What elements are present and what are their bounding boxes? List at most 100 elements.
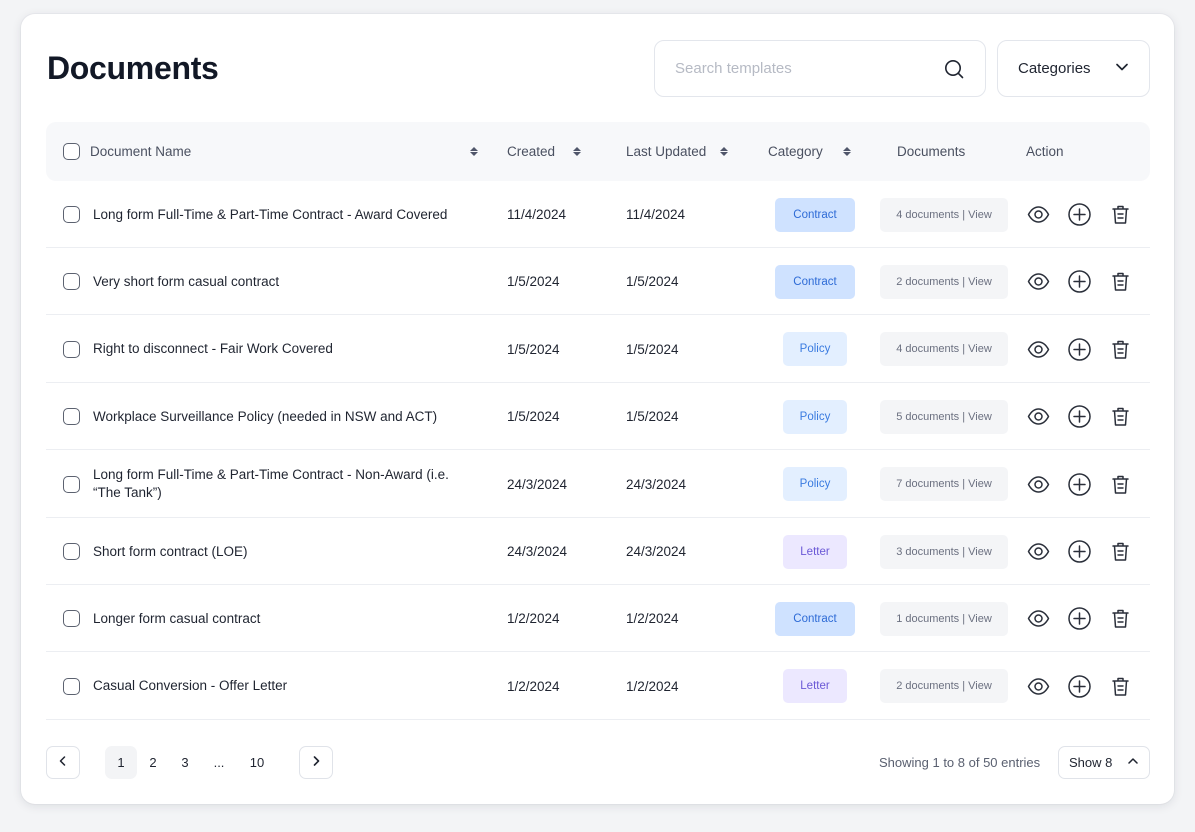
document-name-cell: Short form contract (LOE) [93, 518, 463, 585]
trash-icon[interactable] [1108, 606, 1133, 631]
documents-cell: 5 documents | View [880, 383, 1008, 450]
trash-icon[interactable] [1108, 472, 1133, 497]
eye-icon[interactable] [1026, 472, 1051, 497]
trash-icon[interactable] [1108, 269, 1133, 294]
eye-icon[interactable] [1026, 404, 1051, 429]
documents-link[interactable]: 4 documents | View [880, 332, 1008, 367]
table-row[interactable]: Workplace Surveillance Policy (needed in… [46, 383, 1150, 451]
col-header-created[interactable]: Created [507, 122, 582, 181]
col-header-document-name: Document Name [90, 122, 191, 181]
table-row[interactable]: Long form Full-Time & Part-Time Contract… [46, 451, 1150, 518]
col-header-last-updated[interactable]: Last Updated [626, 122, 729, 181]
documents-cell: 4 documents | View [880, 181, 1008, 248]
documents-link[interactable]: 2 documents | View [880, 669, 1008, 704]
sort-document-name[interactable] [456, 122, 478, 181]
document-name[interactable]: Workplace Surveillance Policy (needed in… [93, 408, 437, 426]
search-box[interactable] [654, 40, 986, 97]
created-date: 1/5/2024 [507, 409, 560, 425]
col-header-documents: Documents [897, 122, 965, 181]
row-checkbox[interactable] [63, 340, 80, 358]
plus-circle-icon[interactable] [1067, 269, 1092, 294]
category-cell: Policy [775, 316, 855, 383]
plus-circle-icon[interactable] [1067, 472, 1092, 497]
trash-icon[interactable] [1108, 202, 1133, 227]
entries-info: Showing 1 to 8 of 50 entries [879, 755, 1041, 770]
trash-icon[interactable] [1108, 337, 1133, 362]
plus-circle-icon[interactable] [1067, 539, 1092, 564]
plus-circle-icon[interactable] [1067, 202, 1092, 227]
document-name-cell: Workplace Surveillance Policy (needed in… [93, 383, 463, 450]
table-row[interactable]: Short form contract (LOE) 24/3/2024 24/3/2… [46, 518, 1150, 585]
created-date: 1/5/2024 [507, 274, 560, 290]
eye-icon[interactable] [1026, 539, 1051, 564]
documents-link[interactable]: 4 documents | View [880, 197, 1008, 232]
search-icon[interactable] [943, 58, 965, 80]
row-checkbox-cell [63, 383, 80, 450]
actions-cell [1026, 653, 1133, 720]
page-size-select[interactable]: Show 8 [1058, 746, 1150, 779]
sort-icon[interactable] [573, 147, 582, 156]
row-checkbox[interactable] [63, 408, 80, 426]
documents-link[interactable]: 5 documents | View [880, 399, 1008, 434]
documents-card: Documents Categories Document Name Creat… [21, 14, 1174, 804]
eye-icon[interactable] [1026, 269, 1051, 294]
chevron-down-icon [1115, 60, 1129, 78]
next-page-button[interactable] [299, 746, 333, 779]
col-header-action: Action [1026, 122, 1064, 181]
page-number[interactable]: 3 [169, 746, 201, 779]
sort-icon[interactable] [470, 147, 478, 156]
category-badge: Contract [775, 264, 855, 299]
eye-icon[interactable] [1026, 202, 1051, 227]
page-number[interactable]: 10 [237, 746, 277, 779]
documents-link[interactable]: 1 documents | View [880, 601, 1008, 636]
sort-icon[interactable] [720, 147, 729, 156]
documents-link[interactable]: 7 documents | View [880, 467, 1008, 502]
document-name[interactable]: Longer form casual contract [93, 610, 260, 628]
trash-icon[interactable] [1108, 404, 1133, 429]
document-name[interactable]: Long form Full-Time & Part-Time Contract… [93, 206, 447, 224]
row-checkbox[interactable] [63, 677, 80, 695]
eye-icon[interactable] [1026, 606, 1051, 631]
col-header-category[interactable]: Category [768, 122, 851, 181]
document-name[interactable]: Short form contract (LOE) [93, 543, 248, 561]
table-row[interactable]: Longer form casual contract 1/2/2024 1/2/2… [46, 585, 1150, 653]
prev-page-button[interactable] [46, 746, 80, 779]
chevron-left-icon [57, 754, 69, 772]
table-row[interactable]: Casual Conversion - Offer Letter 1/2/2024… [46, 653, 1150, 720]
sort-icon[interactable] [842, 147, 851, 156]
documents-link[interactable]: 3 documents | View [880, 534, 1008, 569]
select-all-checkbox[interactable] [63, 143, 80, 160]
actions-cell [1026, 383, 1133, 450]
plus-circle-icon[interactable] [1067, 404, 1092, 429]
page-number[interactable]: 1 [105, 746, 137, 779]
table-row[interactable]: Very short form casual contract 1/5/2024 1… [46, 248, 1150, 316]
trash-icon[interactable] [1108, 539, 1133, 564]
eye-icon[interactable] [1026, 337, 1051, 362]
page-number[interactable]: 2 [137, 746, 169, 779]
plus-circle-icon[interactable] [1067, 337, 1092, 362]
plus-circle-icon[interactable] [1067, 606, 1092, 631]
actions-cell [1026, 585, 1133, 652]
plus-circle-icon[interactable] [1067, 674, 1092, 699]
trash-icon[interactable] [1108, 674, 1133, 699]
categories-dropdown[interactable]: Categories [997, 40, 1150, 97]
chevron-up-icon [1127, 755, 1139, 770]
row-checkbox[interactable] [63, 543, 80, 560]
row-checkbox[interactable] [63, 206, 80, 223]
row-checkbox-cell [63, 451, 80, 518]
document-name[interactable]: Right to disconnect - Fair Work Covered [93, 340, 333, 358]
document-name[interactable]: Very short form casual contract [93, 273, 279, 291]
page-ellipsis: ... [213, 755, 225, 770]
table-row[interactable]: Right to disconnect - Fair Work Covered 1… [46, 316, 1150, 383]
eye-icon[interactable] [1026, 674, 1051, 699]
row-checkbox[interactable] [63, 273, 80, 291]
document-name[interactable]: Casual Conversion - Offer Letter [93, 677, 287, 695]
row-checkbox[interactable] [63, 610, 80, 628]
category-badge: Policy [783, 332, 847, 367]
search-input[interactable] [675, 60, 943, 77]
table-row[interactable]: Long form Full-Time & Part-Time Contract… [46, 181, 1150, 248]
updated-date: 1/5/2024 [626, 274, 679, 290]
documents-link[interactable]: 2 documents | View [880, 264, 1008, 299]
row-checkbox[interactable] [63, 475, 80, 493]
document-name[interactable]: Long form Full-Time & Part-Time Contract… [93, 466, 463, 502]
